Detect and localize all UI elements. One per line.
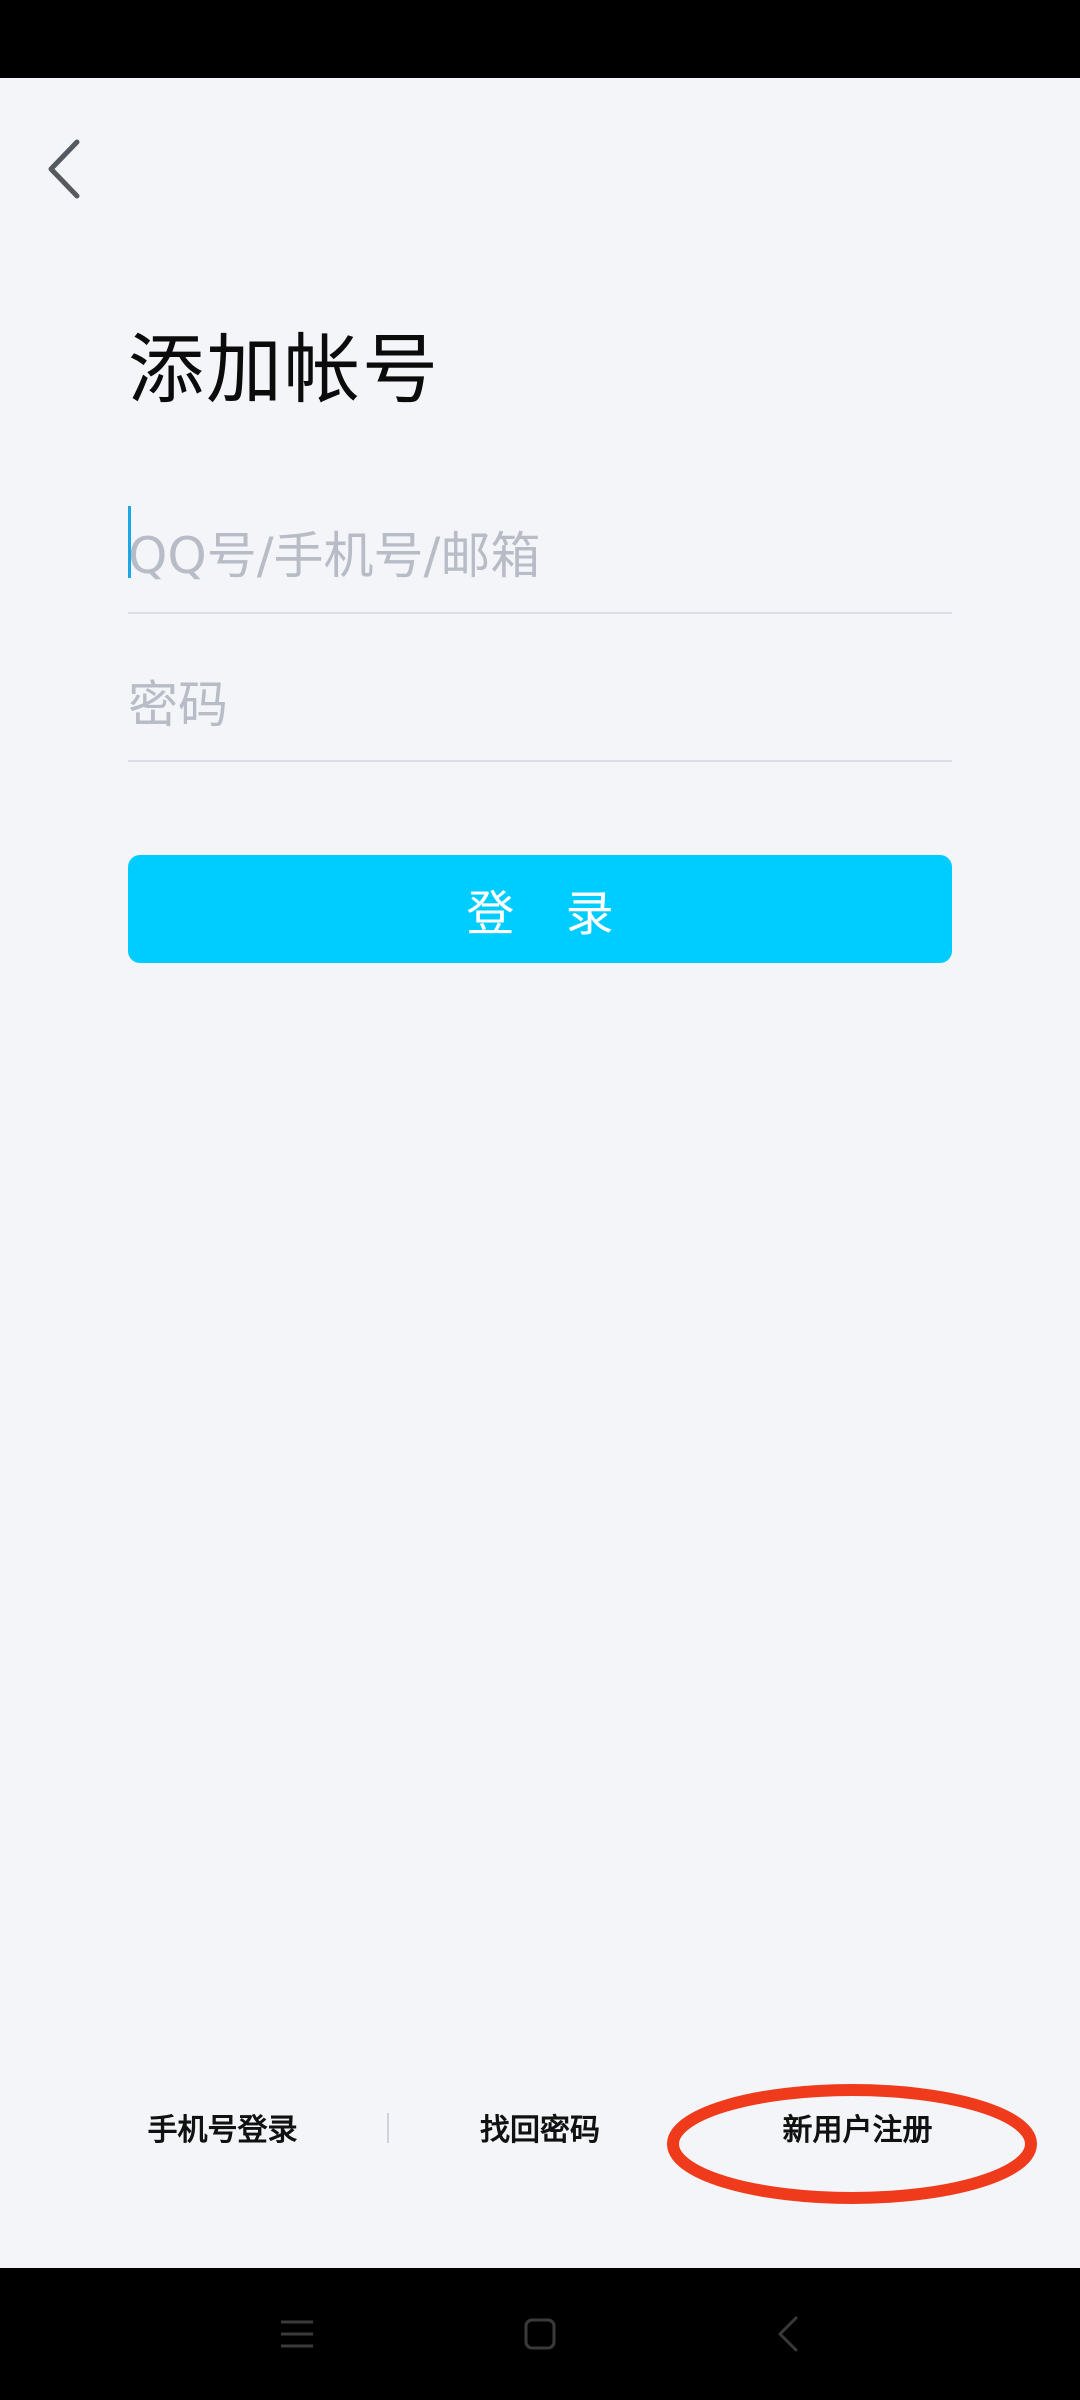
page-title: 添加帐号 — [128, 325, 440, 414]
register-link[interactable]: 新用户注册 — [760, 2096, 955, 2166]
back-button[interactable] — [30, 126, 96, 212]
password-input[interactable] — [128, 650, 952, 760]
menu-icon — [281, 2320, 313, 2348]
login-button[interactable]: 登 录 — [128, 855, 952, 963]
nav-back-button[interactable] — [758, 2304, 818, 2364]
chevron-left-icon — [48, 139, 80, 199]
password-field[interactable] — [128, 650, 952, 762]
status-bar — [0, 0, 1080, 78]
system-navigation-bar — [0, 2268, 1080, 2400]
add-account-screen: 添加帐号 登 录 手机号登录 找回密码 新用户注册 — [0, 0, 1080, 2400]
home-square-icon — [524, 2318, 556, 2350]
link-divider — [387, 2113, 389, 2143]
text-caret — [128, 506, 131, 578]
nav-menu-button[interactable] — [267, 2304, 327, 2364]
account-field[interactable] — [128, 500, 952, 614]
back-triangle-icon — [778, 2316, 798, 2352]
footer-links: 手机号登录 找回密码 新用户注册 — [0, 2096, 1080, 2166]
forgot-password-link[interactable]: 找回密码 — [455, 2096, 625, 2166]
account-input[interactable] — [128, 500, 952, 612]
nav-home-button[interactable] — [510, 2304, 570, 2364]
phone-login-link[interactable]: 手机号登录 — [120, 2096, 325, 2166]
